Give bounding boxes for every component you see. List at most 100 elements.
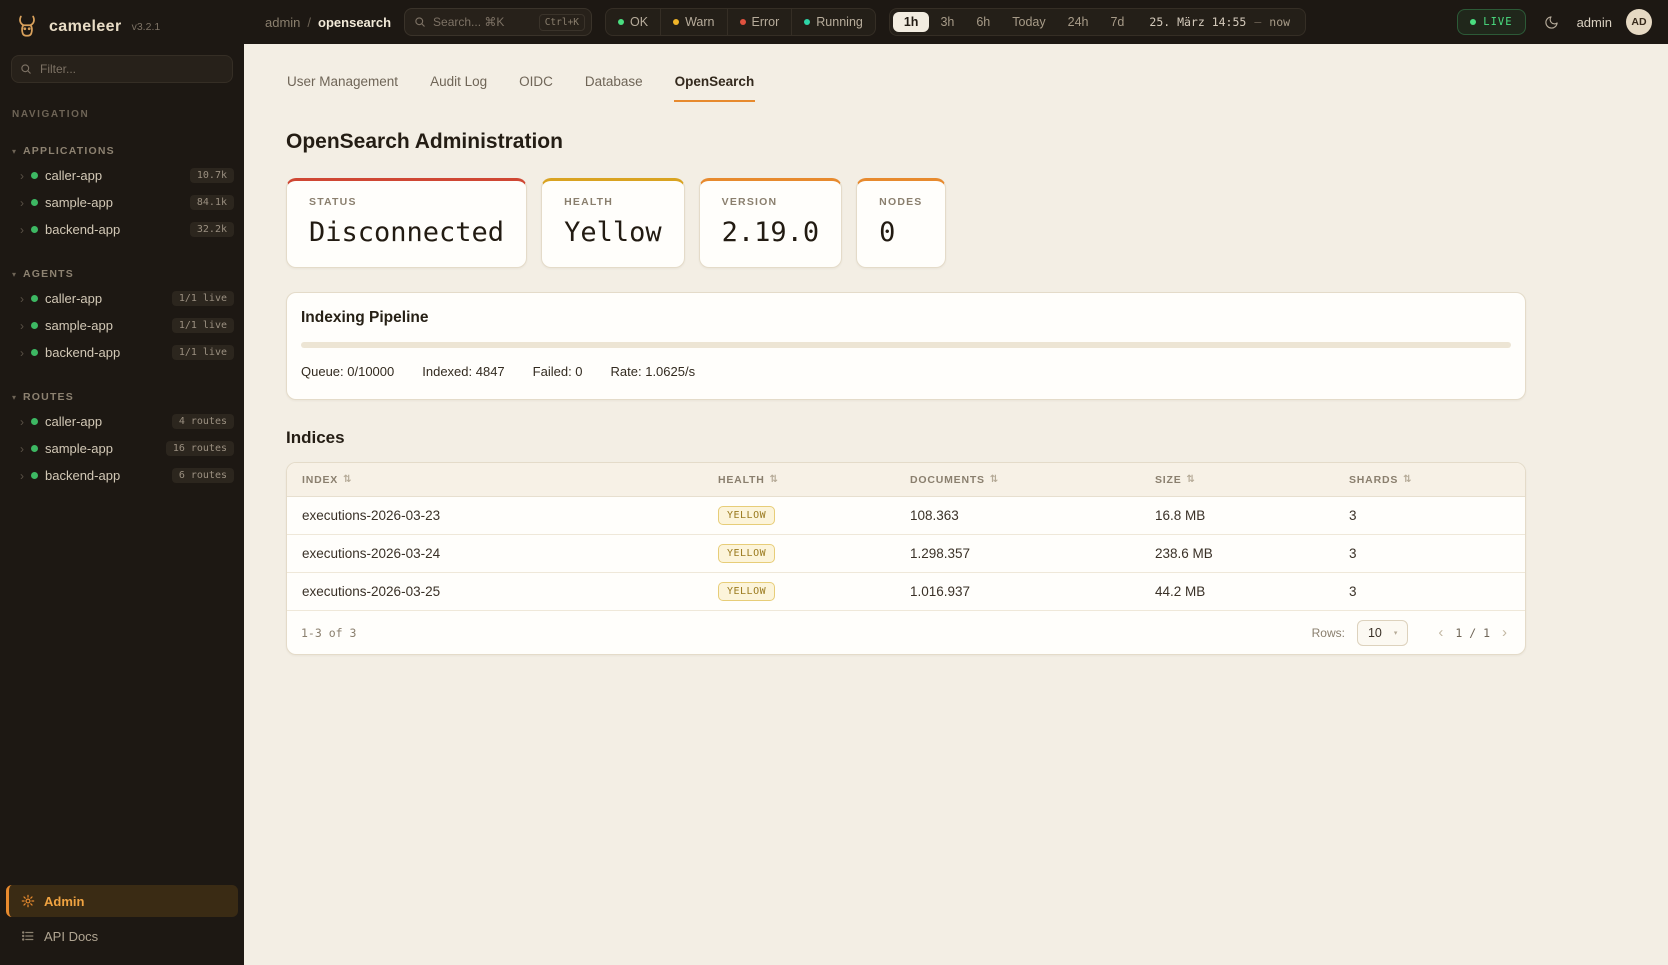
pagination: ‹ 1 / 1 › — [1434, 624, 1511, 641]
sort-icon: ⇅ — [1187, 474, 1196, 485]
tab-database[interactable]: Database — [584, 68, 644, 102]
sidebar-item-admin[interactable]: Admin — [6, 885, 238, 917]
logo-name: cameleer — [49, 18, 122, 36]
breadcrumb-parent[interactable]: admin — [265, 15, 300, 30]
filter-chip-error[interactable]: Error — [727, 9, 792, 35]
sidebar-item-badge: 4 routes — [172, 414, 234, 429]
column-header-index[interactable]: INDEX ⇅ — [287, 474, 703, 486]
sidebar-filter — [11, 55, 233, 83]
search-input[interactable] — [433, 15, 532, 29]
tab-user-management[interactable]: User Management — [286, 68, 399, 102]
rows-per-page-value: 10 — [1368, 626, 1382, 640]
chevron-right-icon: › — [20, 170, 24, 182]
sidebar-item-caller-app[interactable]: › caller-app 4 routes — [0, 408, 244, 435]
main-content: User Management Audit Log OIDC Database … — [244, 44, 1668, 965]
group-header-agents[interactable]: ▾ AGENTS — [0, 263, 244, 285]
sidebar-item-backend-app[interactable]: › backend-app 6 routes — [0, 462, 244, 489]
indices-title: Indices — [286, 428, 1526, 448]
breadcrumb-separator: / — [307, 15, 311, 30]
next-page-button[interactable]: › — [1498, 624, 1511, 641]
caret-down-icon: ▾ — [12, 270, 16, 279]
admin-tabs: User Management Audit Log OIDC Database … — [286, 68, 1526, 102]
cell-index: executions-2026-03-23 — [287, 508, 703, 523]
sidebar-item-badge: 1/1 live — [172, 291, 234, 306]
column-label: SIZE — [1155, 474, 1182, 486]
sidebar-item-sample-app[interactable]: › sample-app 84.1k — [0, 189, 244, 216]
time-range-3h[interactable]: 3h — [929, 12, 965, 32]
column-header-health[interactable]: HEALTH ⇅ — [703, 474, 895, 486]
time-range-today[interactable]: Today — [1001, 12, 1056, 32]
sidebar-item-caller-app[interactable]: › caller-app 1/1 live — [0, 285, 244, 312]
column-header-documents[interactable]: DOCUMENTS ⇅ — [895, 474, 1140, 486]
page-indicator: 1 / 1 — [1455, 626, 1490, 640]
sidebar-item-badge: 16 routes — [166, 441, 234, 456]
topbar-right: LIVE admin AD — [1457, 9, 1652, 35]
rows-per-page-select[interactable]: 10 ▾ — [1357, 620, 1408, 646]
pipeline-progress-bar — [301, 342, 1511, 348]
time-range-6h[interactable]: 6h — [965, 12, 1001, 32]
card-value: Yellow — [564, 217, 662, 248]
table-row[interactable]: executions-2026-03-24 YELLOW 1.298.357 2… — [287, 535, 1525, 573]
cell-shards: 3 — [1334, 546, 1525, 561]
health-badge: YELLOW — [718, 582, 775, 601]
sidebar-item-sample-app[interactable]: › sample-app 16 routes — [0, 435, 244, 462]
breadcrumb[interactable]: admin / opensearch — [265, 15, 391, 30]
tab-oidc[interactable]: OIDC — [518, 68, 554, 102]
card-label: STATUS — [309, 196, 504, 208]
topbar: admin / opensearch Ctrl+K OK — [244, 0, 1668, 44]
status-dot — [31, 199, 38, 206]
admin-label: Admin — [44, 894, 84, 909]
global-search[interactable]: Ctrl+K — [404, 8, 592, 36]
app-logo[interactable]: cameleer v3.2.1 — [0, 0, 244, 45]
pipeline-stats: Queue: 0/10000 Indexed: 4847 Failed: 0 R… — [301, 364, 1511, 379]
chevron-right-icon: › — [20, 224, 24, 236]
caret-down-icon: ▾ — [12, 393, 16, 402]
status-card: STATUS Disconnected — [286, 178, 527, 268]
list-icon — [21, 929, 35, 943]
sidebar-item-label: caller-app — [45, 168, 102, 183]
sidebar-footer: Admin API Docs — [0, 879, 244, 965]
filter-chip-ok[interactable]: OK — [606, 9, 660, 35]
status-dot — [31, 472, 38, 479]
theme-toggle[interactable] — [1540, 11, 1563, 34]
filter-chip-running[interactable]: Running — [791, 9, 875, 35]
card-value: Disconnected — [309, 217, 504, 248]
sidebar-item-api-docs[interactable]: API Docs — [6, 921, 238, 951]
time-range-7d[interactable]: 7d — [1099, 12, 1135, 32]
group-header-routes[interactable]: ▾ ROUTES — [0, 386, 244, 408]
status-dot — [31, 418, 38, 425]
tab-audit-log[interactable]: Audit Log — [429, 68, 488, 102]
tab-opensearch[interactable]: OpenSearch — [674, 68, 756, 102]
cell-index: executions-2026-03-25 — [287, 584, 703, 599]
column-header-size[interactable]: SIZE ⇅ — [1140, 474, 1334, 486]
gear-icon — [21, 894, 35, 908]
filter-input[interactable] — [11, 55, 233, 83]
time-range-1h[interactable]: 1h — [893, 12, 930, 32]
sidebar-item-backend-app[interactable]: › backend-app 32.2k — [0, 216, 244, 243]
table-row[interactable]: executions-2026-03-23 YELLOW 108.363 16.… — [287, 497, 1525, 535]
group-label: APPLICATIONS — [23, 145, 115, 157]
warn-dot — [673, 19, 679, 25]
card-value: 2.19.0 — [722, 217, 820, 248]
table-row[interactable]: executions-2026-03-25 YELLOW 1.016.937 4… — [287, 573, 1525, 611]
cell-shards: 3 — [1334, 508, 1525, 523]
search-icon — [20, 63, 32, 75]
avatar[interactable]: AD — [1626, 9, 1652, 35]
date-value: 25. März 14:55 — [1149, 15, 1246, 29]
sidebar-item-backend-app[interactable]: › backend-app 1/1 live — [0, 339, 244, 366]
live-toggle[interactable]: LIVE — [1457, 9, 1525, 35]
nav-group-agents: ▾ AGENTS › caller-app 1/1 live › sample-… — [0, 263, 244, 366]
cell-health: YELLOW — [703, 582, 895, 601]
date-now: now — [1269, 15, 1290, 29]
cell-size: 44.2 MB — [1140, 584, 1334, 599]
group-header-applications[interactable]: ▾ APPLICATIONS — [0, 140, 244, 162]
sidebar-item-sample-app[interactable]: › sample-app 1/1 live — [0, 312, 244, 339]
time-range-24h[interactable]: 24h — [1057, 12, 1100, 32]
prev-page-button[interactable]: ‹ — [1434, 624, 1447, 641]
filter-chip-warn[interactable]: Warn — [660, 9, 726, 35]
sidebar-item-badge: 84.1k — [190, 195, 234, 210]
indexing-pipeline-card: Indexing Pipeline Queue: 0/10000 Indexed… — [286, 292, 1526, 400]
column-header-shards[interactable]: SHARDS ⇅ — [1334, 474, 1525, 486]
sidebar-item-caller-app[interactable]: › caller-app 10.7k — [0, 162, 244, 189]
pipeline-stat-queue: Queue: 0/10000 — [301, 364, 394, 379]
